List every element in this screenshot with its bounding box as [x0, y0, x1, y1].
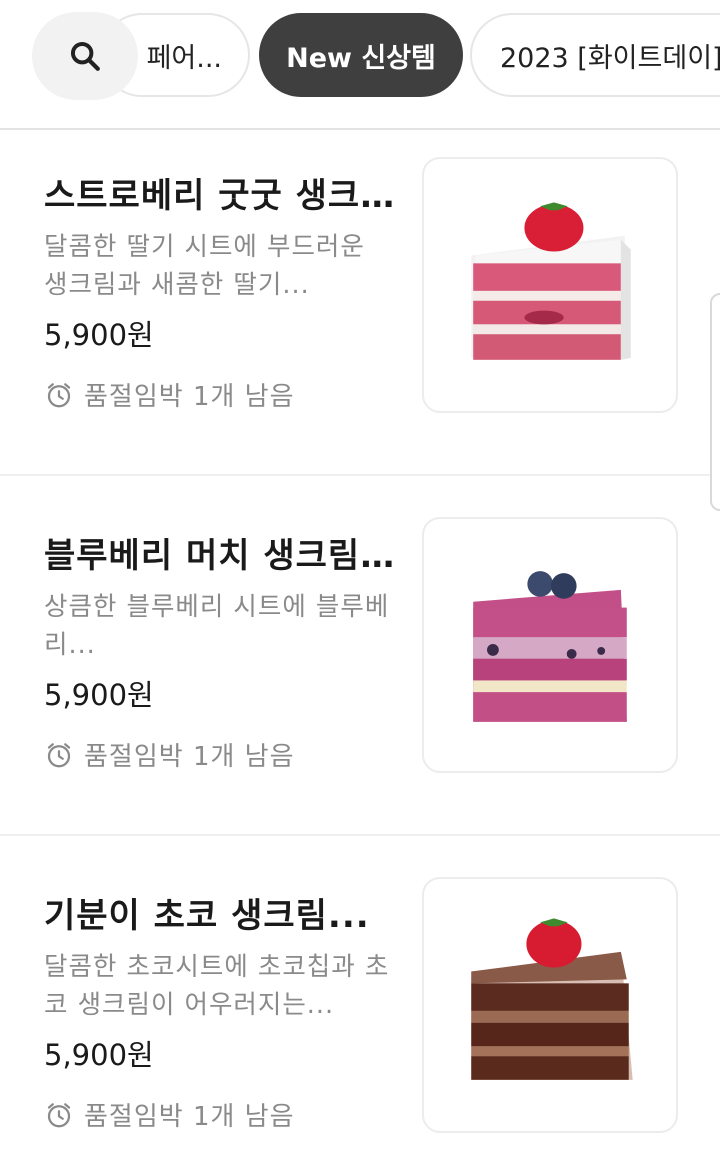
- product-price: 5,900원: [44, 1038, 154, 1072]
- product-title: 기분이 초코 생크림...: [44, 896, 370, 936]
- stock-status: 품절임박 1개 남음: [44, 1096, 295, 1133]
- product-description: 달콤한 딸기 시트에 부드러운 생크림과 새콤한 딸기...: [44, 232, 365, 300]
- product-title: 블루베리 머치 생크림케이크: [44, 536, 404, 576]
- stock-text: 품절임박 1개 남음: [84, 382, 295, 412]
- product-price: 5,900원: [44, 678, 154, 712]
- product-description: 달콤한 초코시트에 초코칩과 초코 생크림이 어우러지는...: [44, 952, 390, 1020]
- stock-status: 품절임박 1개 남음: [44, 736, 295, 773]
- alarm-clock-icon: [47, 742, 71, 767]
- category-chip[interactable]: 2023 [화이트데이]: [470, 13, 720, 97]
- alarm-clock-icon: [47, 382, 71, 407]
- product-image-strawberry-cake[interactable]: [422, 157, 678, 413]
- search-button[interactable]: [32, 12, 138, 100]
- category-chip-selected[interactable]: New 신상템: [259, 13, 463, 97]
- product-image-chocolate-cake[interactable]: [422, 877, 678, 1133]
- search-icon: [70, 41, 100, 71]
- stock-status: 품절임박 1개 남음: [44, 376, 295, 413]
- scroll-handle[interactable]: [710, 293, 720, 511]
- blueberry-cake-slice-image: [473, 571, 627, 722]
- stock-text: 품절임박 1개 남음: [84, 1102, 295, 1132]
- chocolate-cake-slice-image: [471, 918, 633, 1080]
- strawberry-cake-slice-image: [471, 202, 631, 360]
- category-bar: 페어... New 신상템 2023 [화이트데이]: [0, 0, 720, 130]
- stock-text: 품절임박 1개 남음: [84, 742, 295, 772]
- alarm-clock-icon: [47, 1102, 71, 1127]
- product-image-blueberry-cake[interactable]: [422, 517, 678, 773]
- product-description: 상큼한 블루베리 시트에 블루베리...: [44, 592, 390, 660]
- product-title: 스트로베리 굿굿 생크림케이크: [44, 176, 404, 216]
- product-price: 5,900원: [44, 318, 154, 352]
